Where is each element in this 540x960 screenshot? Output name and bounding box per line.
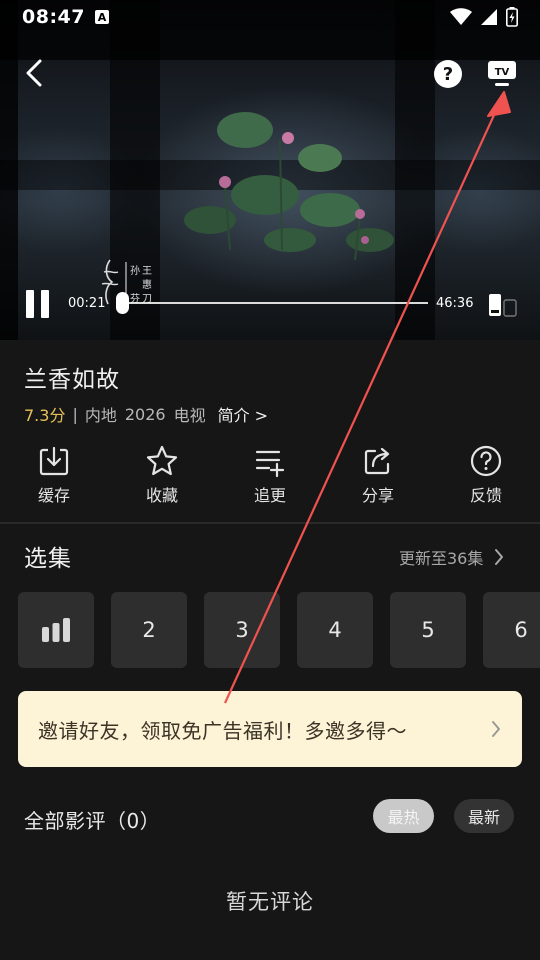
player-controls: 00:21 46:36: [0, 284, 540, 324]
lotus-scene: [184, 112, 394, 261]
svg-text:?: ?: [443, 64, 453, 85]
show-year: 2026: [124, 404, 166, 424]
show-score: 7.3分: [24, 406, 66, 425]
section-divider: [0, 522, 540, 524]
episode-item-2[interactable]: 2: [111, 592, 187, 668]
invite-banner[interactable]: 邀请好友，领取免广告福利！多邀多得～: [18, 691, 522, 767]
show-title: 兰香如故: [24, 367, 120, 393]
feedback-help-icon: [470, 445, 502, 477]
cache-button[interactable]: 缓存: [0, 444, 108, 506]
back-arrow-icon[interactable]: [20, 56, 50, 90]
chevron-right-icon: [495, 549, 504, 565]
chevron-right-icon: [492, 721, 500, 737]
feedback-label: 反馈: [469, 486, 502, 505]
share-label: 分享: [361, 486, 394, 505]
intro-link[interactable]: 简介 >: [218, 402, 269, 426]
sort-new-button[interactable]: 最新: [454, 799, 514, 833]
wifi-icon: [450, 8, 472, 25]
episode-item-3[interactable]: 3: [204, 592, 280, 668]
favorite-button[interactable]: 收藏: [108, 444, 216, 506]
total-time: 46:36: [436, 296, 474, 311]
follow-button[interactable]: 追更: [216, 444, 324, 506]
star-icon: [146, 445, 178, 476]
episode-item-1[interactable]: [18, 592, 94, 668]
signal-icon: [481, 9, 497, 25]
pause-icon[interactable]: [26, 290, 50, 318]
episodes-more-link[interactable]: 更新至36集: [399, 545, 505, 569]
tv-cast-icon[interactable]: TV: [486, 58, 518, 90]
progress-bar[interactable]: [116, 292, 428, 314]
share-icon: [364, 447, 390, 475]
playlist-add-icon: [255, 450, 285, 478]
current-time: 00:21: [68, 296, 106, 311]
episodes-update-label: 更新至36集: [399, 549, 484, 568]
screen-rotate-icon[interactable]: [486, 292, 518, 318]
episode-item-4[interactable]: 4: [297, 592, 373, 668]
episodes-title: 选集: [24, 546, 72, 572]
feedback-button[interactable]: 反馈: [432, 444, 540, 506]
download-icon: [39, 446, 69, 476]
show-region: 内地: [84, 406, 117, 425]
progress-thumb[interactable]: [116, 292, 130, 314]
meta-separator: |: [72, 404, 78, 424]
favorite-label: 收藏: [145, 486, 178, 505]
status-bar: 08:47 A: [0, 0, 540, 34]
show-meta: 7.3分 | 内地 2026 电视 简介 >: [24, 402, 268, 426]
svg-text:TV: TV: [495, 67, 510, 78]
notification-badge: A: [94, 10, 109, 24]
help-icon[interactable]: ?: [432, 58, 464, 90]
episode-item-6[interactable]: 6: [483, 592, 540, 668]
episode-list: 2 3 4 5 6: [18, 592, 540, 668]
sort-hot-button[interactable]: 最热: [373, 799, 434, 833]
show-category: 电视: [173, 406, 206, 425]
action-bar: 缓存 收藏 追更 分享 反馈: [0, 444, 540, 510]
episode-item-5[interactable]: 5: [390, 592, 466, 668]
cache-label: 缓存: [37, 486, 70, 505]
status-time: 08:47: [22, 6, 85, 28]
battery-charging-icon: [506, 7, 518, 27]
share-button[interactable]: 分享: [324, 444, 432, 506]
reviews-title: 全部影评（0）: [24, 809, 161, 833]
svg-text:孙: 孙: [130, 264, 140, 277]
video-player[interactable]: 孙 王 惠 芬 刀 08:47 A ? TV 00:21 46:36: [0, 0, 540, 340]
follow-label: 追更: [253, 486, 286, 505]
svg-text:王: 王: [142, 266, 152, 277]
equalizer-icon: [42, 618, 70, 642]
empty-reviews-text: 暂无评论: [226, 890, 314, 914]
invite-text: 邀请好友，领取免广告福利！多邀多得～: [38, 718, 407, 743]
